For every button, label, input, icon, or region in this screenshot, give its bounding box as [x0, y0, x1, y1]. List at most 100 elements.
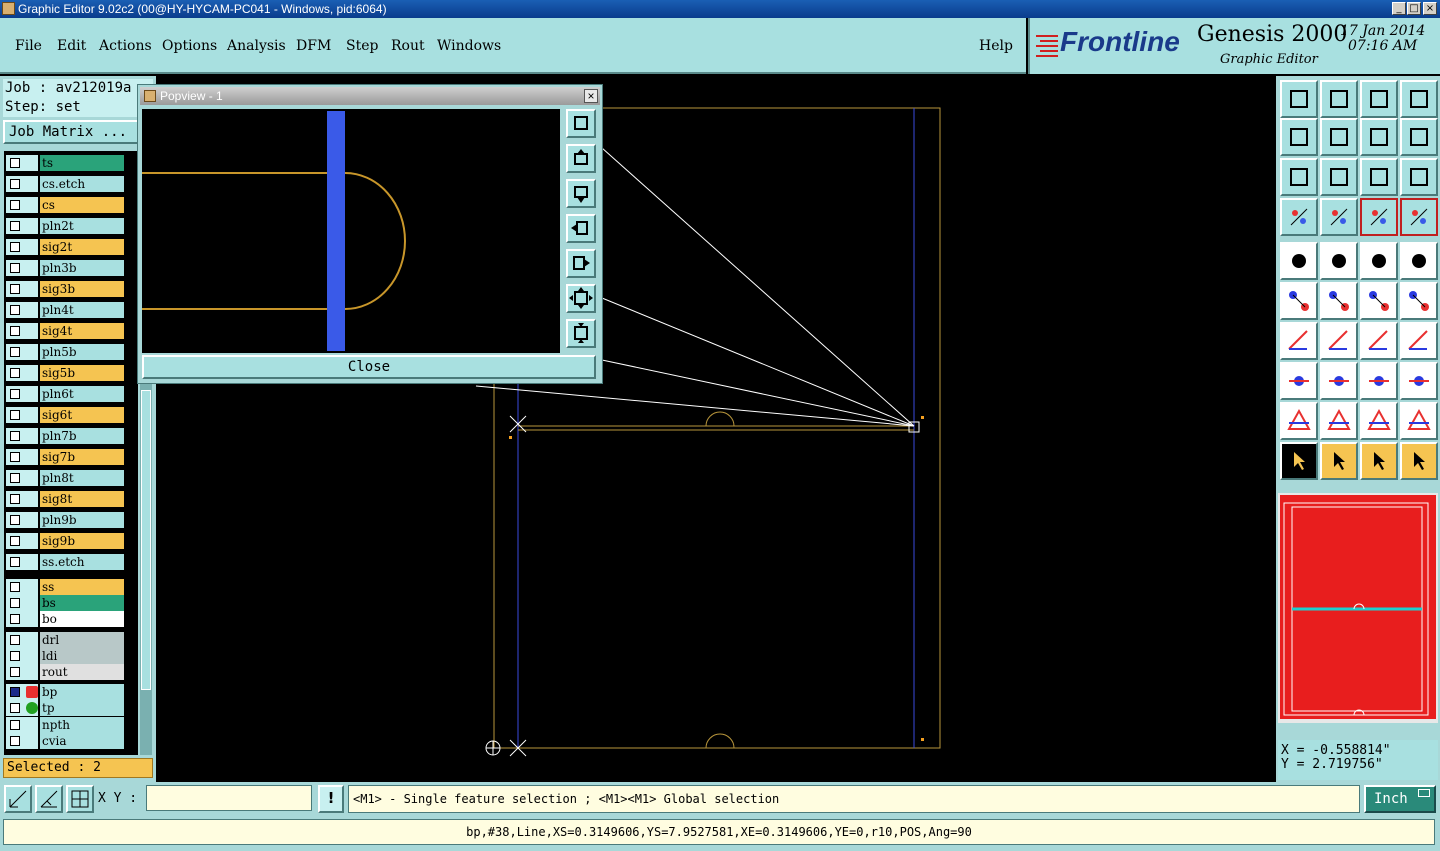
- menu-edit[interactable]: Edit: [57, 38, 86, 54]
- layer-checkbox-area[interactable]: [6, 716, 38, 733]
- layer-checkbox[interactable]: [10, 221, 20, 231]
- layer-checkbox[interactable]: [10, 557, 20, 567]
- layer-name[interactable]: sig7b: [40, 449, 124, 465]
- layer-checkbox[interactable]: [10, 347, 20, 357]
- layer-row-pln3b[interactable]: pln3b: [6, 260, 126, 276]
- layer-name[interactable]: bo: [40, 611, 124, 628]
- pointer-dark-icon[interactable]: [1280, 442, 1318, 480]
- layer-checkbox[interactable]: [10, 515, 20, 525]
- popview-pan-down-button[interactable]: [566, 179, 596, 208]
- layer-name[interactable]: cvia: [40, 732, 124, 749]
- layer-name[interactable]: cs.etch: [40, 176, 124, 192]
- menu-step[interactable]: Step: [346, 38, 378, 54]
- layer-checkbox-area[interactable]: [6, 700, 38, 717]
- layer-checkbox[interactable]: [10, 735, 20, 746]
- layer-name[interactable]: npth: [40, 716, 124, 733]
- layer-checkbox[interactable]: [10, 614, 20, 625]
- layer-name[interactable]: drl: [40, 631, 124, 648]
- tools-icon[interactable]: [1280, 198, 1318, 236]
- popview-close-icon[interactable]: ×: [584, 89, 598, 103]
- layer-checkbox-area[interactable]: [6, 155, 38, 171]
- layer-name[interactable]: bp: [40, 684, 124, 701]
- home-icon[interactable]: [1360, 80, 1398, 118]
- layer-name[interactable]: sig3b: [40, 281, 124, 297]
- xy-input[interactable]: [146, 785, 312, 811]
- layer-name[interactable]: pln2t: [40, 218, 124, 234]
- layer-row-ts[interactable]: ts: [6, 155, 126, 171]
- job-matrix-button[interactable]: Job Matrix ...: [3, 120, 139, 144]
- layer-row-pln8t[interactable]: pln8t: [6, 470, 126, 486]
- layer-checkbox[interactable]: [10, 389, 20, 399]
- layer-checkbox[interactable]: [10, 536, 20, 546]
- layer-name[interactable]: ss.etch: [40, 554, 124, 570]
- layer-name[interactable]: rout: [40, 664, 124, 680]
- measure-h-icon[interactable]: [1360, 362, 1398, 400]
- menu-analysis[interactable]: Analysis: [227, 38, 286, 54]
- layer-checkbox-area[interactable]: [6, 684, 38, 701]
- layer-checkbox[interactable]: [10, 452, 20, 462]
- layer-checkbox[interactable]: [10, 242, 20, 252]
- layer-checkbox[interactable]: [10, 598, 20, 609]
- layer-row-pln9b[interactable]: pln9b: [6, 512, 126, 528]
- menu-dfm[interactable]: DFM: [296, 38, 331, 54]
- layer-row-sig6t[interactable]: sig6t: [6, 407, 126, 423]
- triangle-4-icon[interactable]: [1400, 402, 1438, 440]
- layer-checkbox[interactable]: [10, 263, 20, 273]
- layer-name[interactable]: pln3b: [40, 260, 124, 276]
- layer-checkbox[interactable]: [10, 368, 20, 378]
- layer-row-pln4t[interactable]: pln4t: [6, 302, 126, 318]
- snap-red-icon[interactable]: [1360, 198, 1398, 236]
- pointer-route-icon[interactable]: [1400, 442, 1438, 480]
- grid-icon[interactable]: [66, 785, 94, 813]
- popview-pan-up-button[interactable]: [566, 144, 596, 173]
- layer-name[interactable]: pln7b: [40, 428, 124, 444]
- undo-icon[interactable]: [1360, 118, 1398, 156]
- ruler-icon[interactable]: [1360, 242, 1398, 280]
- maximize-button[interactable]: □: [1407, 2, 1421, 15]
- arc-select-icon[interactable]: [1400, 282, 1438, 320]
- help-icon[interactable]: [1400, 158, 1438, 196]
- layer-name[interactable]: sig9b: [40, 533, 124, 549]
- layer-name[interactable]: ts: [40, 155, 124, 171]
- overview-map[interactable]: [1278, 493, 1438, 723]
- line-select-icon[interactable]: [1360, 282, 1398, 320]
- layer-checkbox-area[interactable]: [6, 533, 38, 549]
- layer-row-sig8t[interactable]: sig8t: [6, 491, 126, 507]
- grid-view-icon[interactable]: [1320, 198, 1358, 236]
- layer-checkbox-area[interactable]: [6, 302, 38, 318]
- layer-row-ldi[interactable]: ldi: [6, 647, 126, 664]
- layer-checkbox[interactable]: [10, 284, 20, 294]
- layer-name[interactable]: ldi: [40, 647, 124, 664]
- layer-checkbox[interactable]: [10, 473, 20, 483]
- connect-icon[interactable]: [1280, 282, 1318, 320]
- layer-checkbox[interactable]: [10, 158, 20, 168]
- layer-name[interactable]: tp: [40, 700, 124, 717]
- point-icon[interactable]: [1280, 362, 1318, 400]
- pointer-orange-icon[interactable]: [1320, 442, 1358, 480]
- layer-name[interactable]: pln8t: [40, 470, 124, 486]
- popview-zoom-button[interactable]: [566, 109, 596, 138]
- layer-checkbox[interactable]: [10, 494, 20, 504]
- layer-name[interactable]: pln5b: [40, 344, 124, 360]
- split-view-icon[interactable]: [1400, 80, 1438, 118]
- popview-canvas[interactable]: [142, 109, 560, 353]
- menu-rout[interactable]: Rout: [391, 38, 425, 54]
- layer-checkbox-area[interactable]: [6, 554, 38, 570]
- layer-checkbox-area[interactable]: [6, 611, 38, 628]
- units-select[interactable]: Inch: [1364, 785, 1436, 813]
- layer-name[interactable]: pln6t: [40, 386, 124, 402]
- layer-name[interactable]: ss: [40, 579, 124, 595]
- layer-checkbox[interactable]: [10, 687, 20, 698]
- layer-checkbox-area[interactable]: [6, 197, 38, 213]
- layer-checkbox-area[interactable]: [6, 491, 38, 507]
- layer-row-pln7b[interactable]: pln7b: [6, 428, 126, 444]
- pan-right-icon[interactable]: [1320, 118, 1358, 156]
- snap-red-2-icon[interactable]: [1400, 198, 1438, 236]
- menu-help[interactable]: Help: [979, 38, 1013, 54]
- rotate-icon[interactable]: [1360, 322, 1398, 360]
- pad-icon[interactable]: [1400, 242, 1438, 280]
- slash-icon[interactable]: [1320, 322, 1358, 360]
- layer-checkbox[interactable]: [10, 305, 20, 315]
- center-icon[interactable]: [1320, 158, 1358, 196]
- layer-checkbox-area[interactable]: [6, 176, 38, 192]
